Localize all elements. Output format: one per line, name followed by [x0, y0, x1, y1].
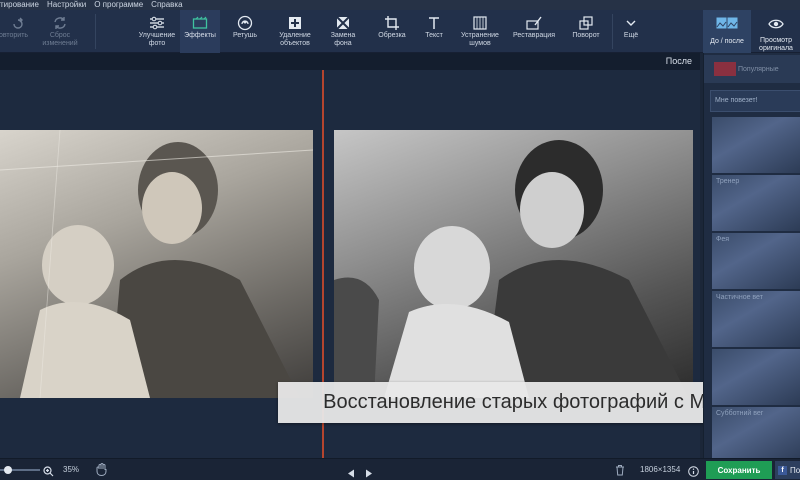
effect-thumb-label: Тренер	[716, 178, 740, 185]
reset-button[interactable]: Сброс изменений	[38, 10, 82, 53]
tool-object-removal[interactable]: Удаление объектов	[272, 10, 318, 53]
effect-thumb-label: Субботний вег	[716, 410, 764, 417]
denoise-icon	[469, 14, 491, 32]
hand-tool-icon[interactable]	[96, 463, 108, 480]
tool-enhance-label: Улучшение фото	[138, 32, 176, 47]
category-thumb	[714, 62, 736, 76]
tool-object-removal-label: Удаление объектов	[279, 32, 311, 47]
sliders-icon	[146, 14, 168, 32]
photo-before	[0, 130, 313, 398]
tool-restoration-label: Реставрация	[513, 32, 555, 39]
redo-icon	[7, 14, 29, 32]
menu-bar: тирование Настройки О программе Справка	[0, 0, 800, 10]
preview-original-label: Просмотр оригинала	[759, 37, 793, 52]
reset-label: Сброс изменений	[42, 32, 78, 47]
before-after-icon	[716, 16, 738, 34]
share-label: По	[790, 465, 800, 475]
effect-thumb-label: Частичное вет	[716, 294, 763, 301]
reset-icon	[49, 14, 71, 32]
after-label: После	[665, 56, 692, 66]
zoom-in-icon[interactable]	[43, 464, 54, 480]
effect-thumb[interactable]: Фея	[712, 233, 800, 289]
tool-denoise[interactable]: Устранение шумов	[456, 10, 504, 53]
toolbar-separator	[95, 14, 96, 49]
before-after-label: До / после	[710, 38, 744, 45]
effect-thumb[interactable]: Тренер	[712, 175, 800, 231]
tool-rotate[interactable]: Поворот	[566, 10, 606, 53]
zoom-level: 35%	[63, 465, 80, 474]
toolbar: Повторить Сброс изменений Улучшение фото…	[0, 10, 800, 53]
prev-image-icon[interactable]	[347, 465, 355, 480]
effect-thumb-label: Фея	[716, 236, 730, 243]
tool-retouch[interactable]: Ретушь	[224, 10, 266, 53]
effect-thumb[interactable]	[712, 117, 800, 173]
photo-after	[334, 130, 693, 398]
tool-effects-label: Эффекты	[184, 32, 216, 39]
photo-before-image	[0, 130, 313, 398]
crop-icon	[381, 14, 403, 32]
effect-thumb[interactable]	[712, 349, 800, 405]
tool-more-label: Ещё	[623, 32, 639, 39]
tool-crop-label: Обрезка	[378, 32, 406, 39]
info-icon[interactable]	[688, 464, 699, 480]
menu-about[interactable]: О программе	[90, 0, 147, 10]
trash-icon[interactable]	[615, 463, 625, 480]
before-after-button[interactable]: До / после	[703, 10, 751, 53]
tool-text-label: Текст	[425, 32, 443, 39]
redo-button[interactable]: Повторить	[0, 10, 36, 53]
effect-thumb[interactable]: Частичное вет	[712, 291, 800, 347]
effects-icon	[189, 14, 211, 32]
tool-denoise-label: Устранение шумов	[461, 32, 499, 47]
category-header[interactable]: Популярные	[704, 55, 800, 83]
tool-text[interactable]: Текст	[416, 10, 452, 53]
share-button[interactable]: f По	[775, 461, 800, 479]
restoration-icon	[523, 14, 545, 32]
category-label: Популярные	[738, 65, 779, 73]
photo-after-image	[334, 140, 689, 398]
facebook-icon: f	[778, 465, 787, 475]
tool-more[interactable]: Ещё	[616, 10, 646, 53]
menu-settings[interactable]: Настройки	[43, 0, 90, 10]
background-replace-icon	[332, 14, 354, 32]
menu-help[interactable]: Справка	[147, 0, 186, 10]
image-dimensions: 1806×1354	[640, 465, 681, 474]
tool-retouch-label: Ретушь	[232, 32, 258, 39]
object-removal-icon	[284, 14, 306, 32]
effect-thumb[interactable]: Субботний вег	[712, 407, 800, 463]
redo-label: Повторить	[0, 32, 29, 39]
menu-edit[interactable]: тирование	[0, 0, 43, 10]
eye-icon	[768, 16, 784, 34]
rotate-icon	[575, 14, 597, 32]
tool-background-replace-label: Замена фона	[330, 32, 356, 47]
toolbar-separator	[612, 14, 613, 49]
next-image-icon[interactable]	[365, 465, 373, 480]
save-button[interactable]: Сохранить	[706, 461, 772, 479]
lucky-field[interactable]: Мне повезет!	[710, 90, 800, 112]
retouch-icon	[234, 14, 256, 32]
tool-restoration[interactable]: Реставрация	[508, 10, 560, 53]
preview-original-button[interactable]: Просмотр оригинала	[752, 10, 800, 53]
tool-background-replace[interactable]: Замена фона	[322, 10, 364, 53]
effects-panel: Популярные Мне повезет! Тренер Фея Части…	[703, 53, 800, 463]
tool-rotate-label: Поворот	[572, 32, 600, 39]
zoom-slider-handle[interactable]	[4, 466, 12, 474]
tool-crop[interactable]: Обрезка	[372, 10, 412, 53]
tool-enhance[interactable]: Улучшение фото	[136, 10, 178, 53]
text-icon	[423, 14, 445, 32]
status-bar: 35% 1806×1354 Сохранить f По	[0, 458, 800, 480]
tool-effects[interactable]: Эффекты	[180, 10, 220, 53]
chevron-down-icon	[620, 14, 642, 32]
canvas-header: После	[0, 53, 700, 70]
app-window: тирование Настройки О программе Справка …	[0, 0, 800, 480]
